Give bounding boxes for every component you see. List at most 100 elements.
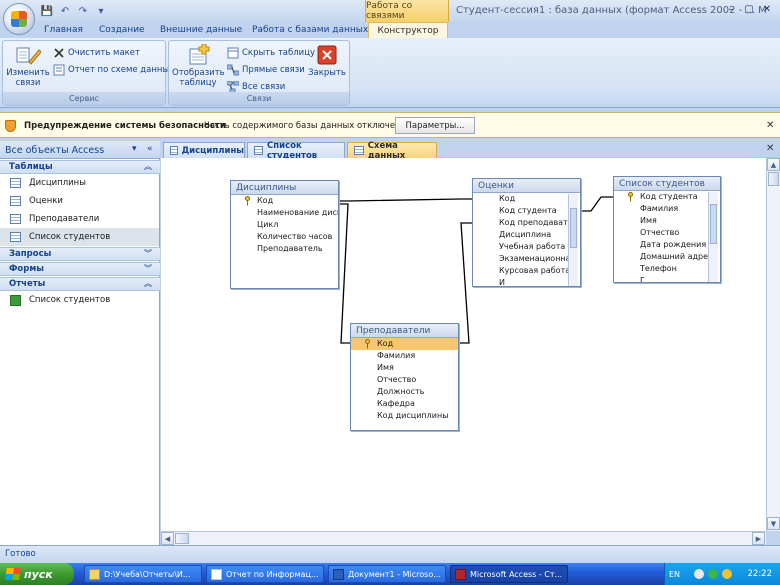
redo-icon[interactable]: ↷ (76, 4, 90, 18)
table-field[interactable]: Имя (351, 362, 458, 374)
minimize-button[interactable]: – (722, 2, 740, 17)
table-field[interactable]: Код студента (473, 205, 580, 217)
network-icon[interactable] (694, 569, 705, 579)
taskbar-item-word[interactable]: Документ1 - Microso... (328, 565, 446, 583)
tab-create[interactable]: Создание (93, 22, 151, 38)
table-field[interactable]: Экзаменационна (473, 253, 580, 265)
table-field[interactable]: Телефон (614, 263, 720, 275)
maximize-button[interactable]: ▢ (740, 2, 758, 17)
table-box-scrollbar[interactable] (708, 192, 718, 282)
table-field[interactable]: Должность (351, 386, 458, 398)
table-box-disciplines[interactable]: Дисциплины Код Наименование дисц Цикл Ко… (230, 180, 339, 289)
table-field[interactable]: Преподаватель (231, 243, 338, 255)
nav-item-grades[interactable]: Оценки (0, 192, 159, 210)
table-field[interactable]: Дата рождения (614, 239, 720, 251)
tab-database-tools[interactable]: Работа с базами данных (246, 22, 374, 38)
chevron-down-icon[interactable]: ▾ (132, 144, 137, 154)
security-icon[interactable] (708, 569, 719, 579)
table-field[interactable]: Дисциплина (473, 229, 580, 241)
scrollbar-thumb[interactable] (570, 208, 577, 248)
undo-icon[interactable]: ↶ (58, 4, 72, 18)
nav-item-disciplines[interactable]: Дисциплины (0, 174, 159, 192)
table-field[interactable]: Фамилия (351, 350, 458, 362)
close-relations-button[interactable]: Закрыть (307, 44, 347, 78)
save-icon[interactable]: 💾 (40, 4, 54, 18)
show-table-button[interactable]: Отобразить таблицу (172, 43, 225, 88)
vertical-scrollbar[interactable]: ▲ ▼ (766, 158, 780, 531)
table-field[interactable]: Код (473, 193, 580, 205)
table-field[interactable]: Код дисциплины (351, 410, 458, 422)
nav-item-teachers[interactable]: Преподаватели (0, 210, 159, 228)
table-box-grades[interactable]: Оценки Код Код студента Код преподавате … (472, 178, 581, 287)
table-field[interactable]: Код (231, 195, 338, 207)
document-close-icon[interactable]: ✕ (766, 143, 774, 154)
table-field[interactable]: Код студента (614, 191, 720, 203)
scrollbar-thumb[interactable] (710, 204, 717, 244)
relation-line[interactable] (339, 198, 472, 202)
table-field[interactable]: Фамилия (614, 203, 720, 215)
scrollbar-thumb[interactable] (175, 533, 189, 544)
table-box-title[interactable]: Список студентов (614, 177, 720, 191)
options-button[interactable]: Параметры... (395, 117, 475, 134)
table-field[interactable]: Цикл (231, 219, 338, 231)
scrollbar-thumb[interactable] (768, 172, 779, 186)
nav-header[interactable]: Все объекты Access ▾ « (0, 141, 160, 159)
table-field[interactable]: Имя (614, 215, 720, 227)
doc-tab-students[interactable]: Список студентов (247, 141, 345, 161)
taskbar-item-explorer[interactable]: D:\Учеба\Отчеты\И... (84, 565, 202, 583)
taskbar-item-access[interactable]: Microsoft Access - Ст... (450, 565, 568, 583)
table-field[interactable]: Код преподавате (473, 217, 580, 229)
nav-group-reports[interactable]: Отчеты ︽ (0, 277, 160, 291)
clear-layout-button[interactable]: Очистить макет (53, 45, 140, 60)
relationships-canvas[interactable]: Дисциплины Код Наименование дисц Цикл Ко… (161, 158, 766, 531)
language-indicator[interactable]: EN (669, 570, 680, 579)
relation-line[interactable] (459, 222, 472, 344)
table-field[interactable]: Домашний адре (614, 251, 720, 263)
nav-group-forms[interactable]: Формы ︾ (0, 262, 160, 276)
scroll-down-icon[interactable]: ▼ (767, 517, 780, 530)
edit-relations-button[interactable]: Изменить связи (6, 44, 50, 88)
relation-line[interactable] (339, 203, 350, 344)
tab-home[interactable]: Главная (38, 22, 89, 38)
nav-item-students[interactable]: Список студентов (0, 228, 159, 246)
table-field[interactable]: Отчество (351, 374, 458, 386)
tab-external-data[interactable]: Внешние данные (154, 22, 248, 38)
start-button[interactable]: пуск (0, 563, 74, 585)
table-box-title[interactable]: Оценки (473, 179, 580, 193)
volume-icon[interactable] (722, 569, 733, 579)
horizontal-scrollbar[interactable]: ◀ ▶ (161, 531, 766, 545)
message-close-icon[interactable]: ✕ (766, 120, 774, 131)
table-field[interactable]: Кафедра (351, 398, 458, 410)
table-field[interactable]: И (473, 277, 580, 286)
tab-designer[interactable]: Конструктор (368, 22, 448, 38)
nav-item-report-students[interactable]: Список студентов (0, 291, 159, 309)
table-box-title[interactable]: Преподаватели (351, 324, 458, 338)
table-box-scrollbar[interactable] (568, 194, 578, 286)
doc-tab-relationships[interactable]: Схема данных (347, 141, 437, 161)
relationship-report-button[interactable]: Отчет по схеме данных (53, 62, 174, 77)
table-field[interactable]: Г (614, 275, 720, 282)
hide-table-button[interactable]: Скрыть таблицу (227, 45, 315, 60)
scroll-left-icon[interactable]: ◀ (161, 532, 174, 545)
table-field[interactable]: Наименование дисц (231, 207, 338, 219)
table-field[interactable]: Курсовая работа (473, 265, 580, 277)
table-field[interactable]: Код (351, 338, 458, 350)
nav-group-queries[interactable]: Запросы ︾ (0, 247, 160, 261)
table-field[interactable]: Количество часов (231, 231, 338, 243)
direct-relations-button[interactable]: Прямые связи (226, 62, 305, 77)
table-field[interactable]: Отчество (614, 227, 720, 239)
doc-tab-disciplines[interactable]: Дисциплины (163, 142, 245, 158)
scroll-right-icon[interactable]: ▶ (752, 532, 765, 545)
scroll-up-icon[interactable]: ▲ (767, 158, 780, 171)
table-box-teachers[interactable]: Преподаватели Код Фамилия Имя Отчество Д… (350, 323, 459, 431)
taskbar-item-report[interactable]: Отчет по Информац... (206, 565, 324, 583)
table-field[interactable]: Учебная работа (473, 241, 580, 253)
nav-group-tables[interactable]: Таблицы ︽ (0, 160, 160, 174)
office-button[interactable] (3, 3, 35, 35)
close-button[interactable]: ✕ (758, 2, 776, 17)
customize-icon[interactable]: ▾ (94, 4, 108, 18)
table-box-title[interactable]: Дисциплины (231, 181, 338, 195)
table-box-students[interactable]: Список студентов Код студента Фамилия Им… (613, 176, 721, 283)
collapse-pane-icon[interactable]: « (147, 144, 153, 154)
relation-line[interactable] (581, 196, 613, 212)
